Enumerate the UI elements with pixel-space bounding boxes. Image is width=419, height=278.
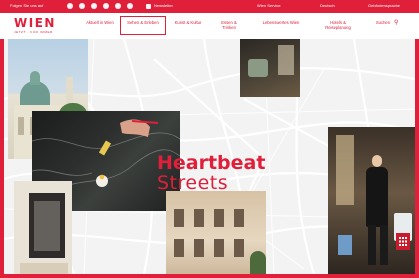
tiktok-icon[interactable] bbox=[91, 3, 97, 9]
grid-icon bbox=[399, 237, 407, 246]
nav-item-lebenswertes-wien[interactable]: Lebenswertes Wien bbox=[259, 20, 303, 25]
newsletter-link[interactable]: Newsletter bbox=[154, 3, 173, 8]
nav-item-hotels[interactable]: Hotels & Reiseplanung bbox=[317, 20, 359, 30]
nav-item-sehen-erleben[interactable]: Sehen & Erleben bbox=[120, 16, 166, 35]
hero-headline: Heartbeat Streets bbox=[157, 153, 265, 193]
headline-line-1: Heartbeat bbox=[157, 152, 266, 174]
wien-logo[interactable]: WIEN bbox=[14, 16, 56, 30]
nav-item-aktuell[interactable]: Aktuell in Wien bbox=[85, 20, 115, 25]
follow-us-label: Folgen Sie uns auf bbox=[10, 3, 44, 8]
wien-service-link[interactable]: Wien Service bbox=[257, 3, 281, 8]
waiter-photo bbox=[328, 127, 415, 274]
baroque-building-photo bbox=[166, 191, 266, 274]
top-utility-bar: Folgen Sie uns auf Newsletter Wien Servi… bbox=[0, 0, 419, 13]
x-icon[interactable] bbox=[103, 3, 109, 9]
hero-banner: Heartbeat Streets bbox=[4, 39, 415, 274]
nav-item-kunst-kultur[interactable]: Kunst & Kultur bbox=[174, 20, 202, 25]
sign-language-link[interactable]: Gebärdensprache bbox=[368, 3, 400, 8]
mail-icon bbox=[146, 4, 151, 9]
search-icon[interactable]: ⚲ bbox=[394, 19, 398, 26]
grid-menu-button[interactable] bbox=[396, 233, 410, 250]
logo-tagline: JETZT · FÜR IMMER bbox=[14, 30, 53, 34]
shop-window-photo bbox=[14, 181, 72, 274]
instagram-icon[interactable] bbox=[79, 3, 85, 9]
facebook-icon[interactable] bbox=[67, 3, 73, 9]
headline-line-2: Streets bbox=[157, 172, 229, 194]
language-select[interactable]: Deutsch bbox=[320, 3, 335, 8]
nav-item-suchen[interactable]: Suchen bbox=[373, 20, 393, 25]
spotify-icon[interactable] bbox=[127, 3, 133, 9]
cafe-interior-photo bbox=[240, 39, 300, 97]
nav-item-essen-trinken[interactable]: Essen & Trinken bbox=[214, 20, 244, 30]
youtube-icon[interactable] bbox=[115, 3, 121, 9]
